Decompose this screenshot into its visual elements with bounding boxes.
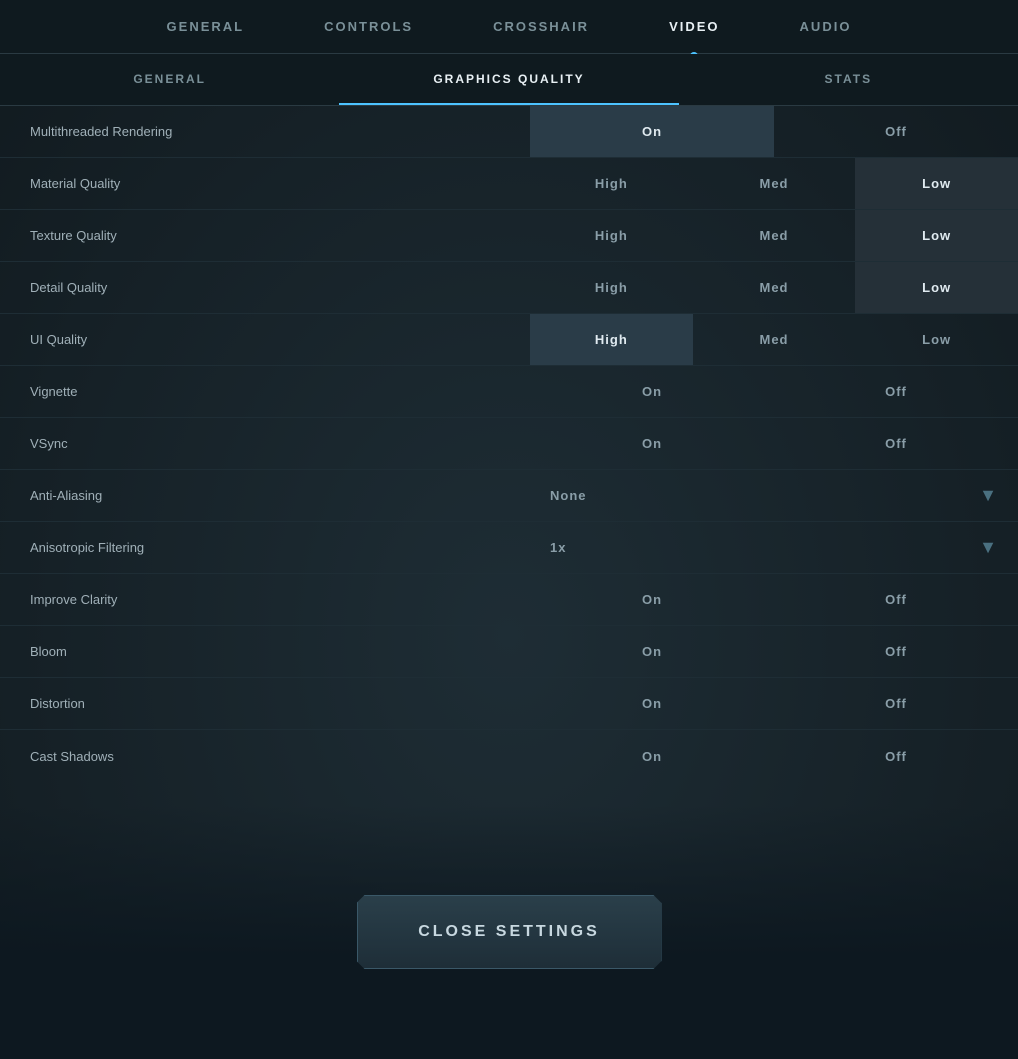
row-multithreaded-rendering: Multithreaded Rendering On Off — [0, 106, 1018, 158]
row-detail-quality: Detail Quality High Med Low — [0, 262, 1018, 314]
subtab-stats[interactable]: STATS — [679, 54, 1018, 105]
row-improve-clarity: Improve Clarity On Off — [0, 574, 1018, 626]
option-vignette-off[interactable]: Off — [774, 366, 1018, 417]
label-anti-aliasing: Anti-Aliasing — [0, 470, 530, 521]
label-cast-shadows: Cast Shadows — [0, 730, 530, 782]
row-texture-quality: Texture Quality High Med Low — [0, 210, 1018, 262]
label-bloom: Bloom — [0, 626, 530, 677]
anisotropic-filtering-arrow-icon: ▼ — [979, 537, 998, 558]
options-distortion: On Off — [530, 678, 1018, 729]
select-anisotropic-filtering[interactable]: 1x ▼ — [530, 522, 1018, 573]
label-anisotropic-filtering: Anisotropic Filtering — [0, 522, 530, 573]
option-distortion-on[interactable]: On — [530, 678, 774, 729]
anti-aliasing-value: None — [550, 488, 587, 503]
option-bloom-on[interactable]: On — [530, 626, 774, 677]
option-ui-high[interactable]: High — [530, 314, 693, 365]
options-vignette: On Off — [530, 366, 1018, 417]
option-vignette-on[interactable]: On — [530, 366, 774, 417]
label-vignette: Vignette — [0, 366, 530, 417]
anisotropic-filtering-value: 1x — [550, 540, 566, 555]
option-material-med[interactable]: Med — [693, 158, 856, 209]
options-texture-quality: High Med Low — [530, 210, 1018, 261]
settings-container: Multithreaded Rendering On Off Material … — [0, 106, 1018, 782]
label-distortion: Distortion — [0, 678, 530, 729]
top-nav: GENERAL CONTROLS CROSSHAIR VIDEO AUDIO — [0, 0, 1018, 54]
option-material-high[interactable]: High — [530, 158, 693, 209]
option-improve-clarity-on[interactable]: On — [530, 574, 774, 625]
tab-controls[interactable]: CONTROLS — [284, 0, 453, 54]
row-anisotropic-filtering: Anisotropic Filtering 1x ▼ — [0, 522, 1018, 574]
row-vsync: VSync On Off — [0, 418, 1018, 470]
settings-page: GENERAL CONTROLS CROSSHAIR VIDEO AUDIO G… — [0, 0, 1018, 1059]
option-texture-low[interactable]: Low — [855, 210, 1018, 261]
option-ui-low[interactable]: Low — [855, 314, 1018, 365]
options-cast-shadows: On Off — [530, 730, 1018, 782]
option-multithreaded-on[interactable]: On — [530, 106, 774, 157]
options-improve-clarity: On Off — [530, 574, 1018, 625]
option-improve-clarity-off[interactable]: Off — [774, 574, 1018, 625]
option-vsync-on[interactable]: On — [530, 418, 774, 469]
option-detail-high[interactable]: High — [530, 262, 693, 313]
option-detail-low[interactable]: Low — [855, 262, 1018, 313]
options-detail-quality: High Med Low — [530, 262, 1018, 313]
option-texture-med[interactable]: Med — [693, 210, 856, 261]
option-distortion-off[interactable]: Off — [774, 678, 1018, 729]
tab-crosshair[interactable]: CROSSHAIR — [453, 0, 629, 54]
row-ui-quality: UI Quality High Med Low — [0, 314, 1018, 366]
label-multithreaded-rendering: Multithreaded Rendering — [0, 106, 530, 157]
label-detail-quality: Detail Quality — [0, 262, 530, 313]
options-material-quality: High Med Low — [530, 158, 1018, 209]
option-texture-high[interactable]: High — [530, 210, 693, 261]
subtab-general[interactable]: GENERAL — [0, 54, 339, 105]
subtab-graphics[interactable]: GRAPHICS QUALITY — [339, 54, 678, 105]
row-anti-aliasing: Anti-Aliasing None ▼ — [0, 470, 1018, 522]
label-ui-quality: UI Quality — [0, 314, 530, 365]
label-texture-quality: Texture Quality — [0, 210, 530, 261]
row-material-quality: Material Quality High Med Low — [0, 158, 1018, 210]
option-multithreaded-off[interactable]: Off — [774, 106, 1018, 157]
row-vignette: Vignette On Off — [0, 366, 1018, 418]
option-detail-med[interactable]: Med — [693, 262, 856, 313]
close-settings-button[interactable]: CLOSE SETTINGS — [357, 895, 662, 969]
row-cast-shadows: Cast Shadows On Off — [0, 730, 1018, 782]
anti-aliasing-arrow-icon: ▼ — [979, 485, 998, 506]
row-distortion: Distortion On Off — [0, 678, 1018, 730]
options-bloom: On Off — [530, 626, 1018, 677]
option-cast-shadows-off[interactable]: Off — [774, 730, 1018, 782]
options-vsync: On Off — [530, 418, 1018, 469]
option-ui-med[interactable]: Med — [693, 314, 856, 365]
options-ui-quality: High Med Low — [530, 314, 1018, 365]
option-cast-shadows-on[interactable]: On — [530, 730, 774, 782]
close-settings-wrapper: CLOSE SETTINGS — [0, 805, 1018, 1059]
option-vsync-off[interactable]: Off — [774, 418, 1018, 469]
label-vsync: VSync — [0, 418, 530, 469]
option-bloom-off[interactable]: Off — [774, 626, 1018, 677]
select-anti-aliasing[interactable]: None ▼ — [530, 470, 1018, 521]
options-multithreaded-rendering: On Off — [530, 106, 1018, 157]
tab-general[interactable]: GENERAL — [127, 0, 285, 54]
tab-video[interactable]: VIDEO — [629, 0, 759, 54]
label-material-quality: Material Quality — [0, 158, 530, 209]
tab-audio[interactable]: AUDIO — [760, 0, 892, 54]
sub-nav: GENERAL GRAPHICS QUALITY STATS — [0, 54, 1018, 106]
row-bloom: Bloom On Off — [0, 626, 1018, 678]
label-improve-clarity: Improve Clarity — [0, 574, 530, 625]
option-material-low[interactable]: Low — [855, 158, 1018, 209]
